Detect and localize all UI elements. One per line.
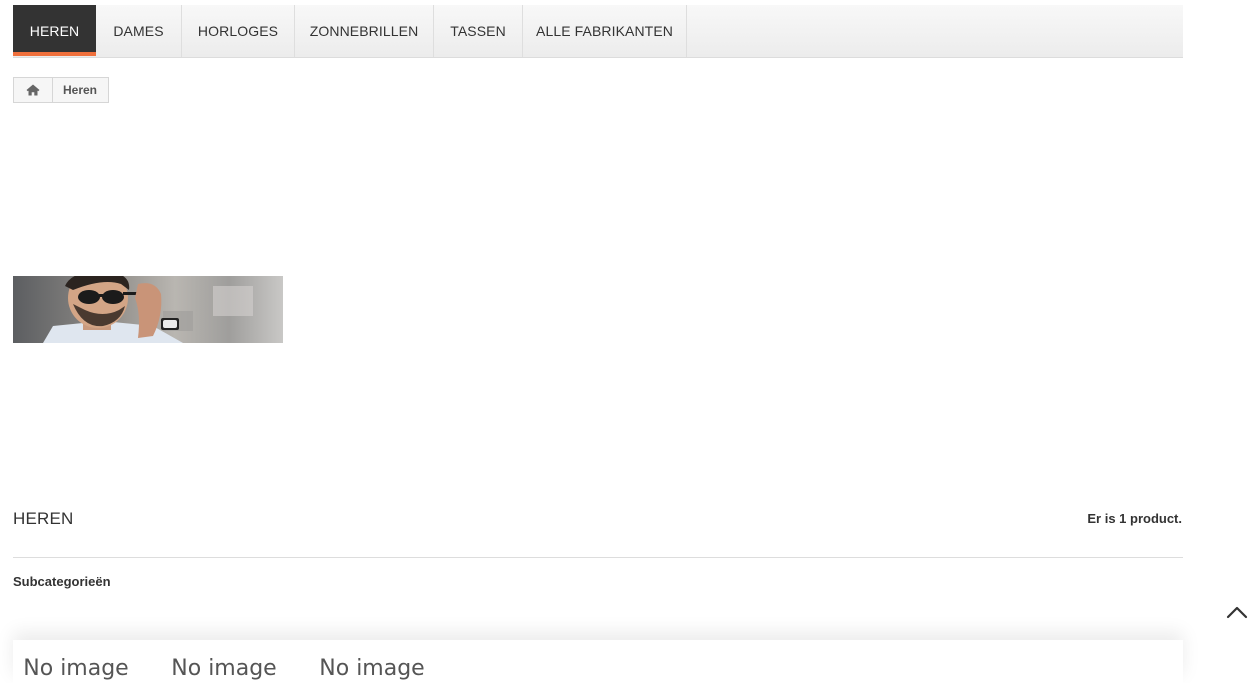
nav-item-tassen[interactable]: TASSEN <box>434 5 523 57</box>
nav-item-horloges[interactable]: HORLOGES <box>182 5 295 57</box>
man-with-sunglasses-photo <box>13 276 283 343</box>
breadcrumb-home[interactable] <box>14 78 53 102</box>
subcategory-image-placeholder[interactable]: No image <box>159 656 289 681</box>
category-title: HEREN <box>13 509 74 528</box>
divider <box>13 557 1183 558</box>
nav-item-heren[interactable]: HEREN <box>13 5 96 56</box>
subcategories-heading: Subcategorieën <box>13 574 111 589</box>
subcategory-image-placeholder[interactable]: No image <box>307 656 437 681</box>
back-to-top-button[interactable] <box>1222 598 1252 626</box>
subcategory-list: No image No image No image <box>13 640 1183 683</box>
category-banner-image <box>13 276 283 343</box>
chevron-up-icon <box>1226 606 1248 619</box>
nav-item-zonnebrillen[interactable]: ZONNEBRILLEN <box>295 5 434 57</box>
main-nav: HEREN DAMES HORLOGES ZONNEBRILLEN TASSEN… <box>13 5 1183 58</box>
breadcrumb: Heren <box>13 77 110 103</box>
breadcrumb-current[interactable]: Heren <box>53 78 108 102</box>
home-icon <box>26 84 40 96</box>
subcategory-image-placeholder[interactable]: No image <box>13 656 141 681</box>
product-count: Er is 1 product. <box>1087 511 1182 526</box>
nav-item-dames[interactable]: DAMES <box>96 5 182 57</box>
nav-item-alle-fabrikanten[interactable]: ALLE FABRIKANTEN <box>523 5 687 57</box>
page: HEREN DAMES HORLOGES ZONNEBRILLEN TASSEN… <box>0 0 1260 683</box>
